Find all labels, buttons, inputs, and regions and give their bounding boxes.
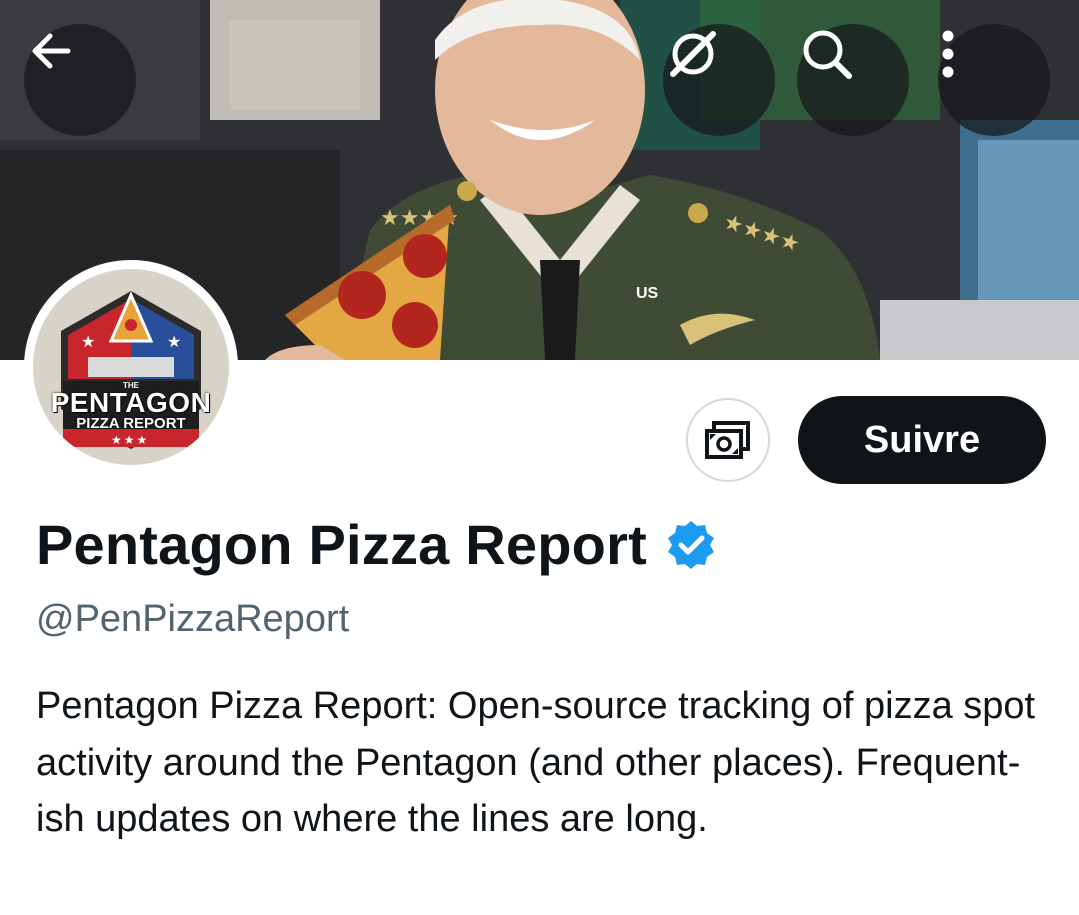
arrow-left-icon	[32, 33, 71, 69]
more-button[interactable]	[938, 24, 1050, 136]
profile-bio: Pentagon Pizza Report: Open-source track…	[36, 685, 1036, 840]
svg-text:★: ★	[81, 332, 95, 351]
profile-name-row: Pentagon Pizza Report	[36, 512, 717, 577]
more-vertical-icon	[942, 30, 954, 78]
shoulder-tag: US	[636, 285, 659, 302]
display-name: Pentagon Pizza Report	[36, 513, 647, 576]
follow-button[interactable]: Suivre	[798, 396, 1046, 484]
back-button[interactable]	[24, 24, 136, 136]
search-button[interactable]	[797, 24, 909, 136]
money-icon	[705, 421, 750, 459]
tip-button[interactable]	[686, 398, 770, 482]
avatar-stars: ★★★	[111, 433, 150, 447]
profile-handle: @PenPizzaReport	[36, 598, 350, 640]
avatar-logo: ★ ★ THE PENTAGON PIZZA REPORT ★★★	[33, 269, 229, 465]
search-icon	[803, 30, 852, 79]
grok-slash-icon	[670, 31, 716, 77]
profile-avatar[interactable]: ★ ★ THE PENTAGON PIZZA REPORT ★★★	[24, 260, 238, 474]
grok-button[interactable]	[663, 24, 775, 136]
avatar-subtitle: PIZZA REPORT	[76, 415, 186, 432]
verified-badge-icon[interactable]	[665, 519, 717, 571]
svg-text:★: ★	[167, 332, 181, 351]
